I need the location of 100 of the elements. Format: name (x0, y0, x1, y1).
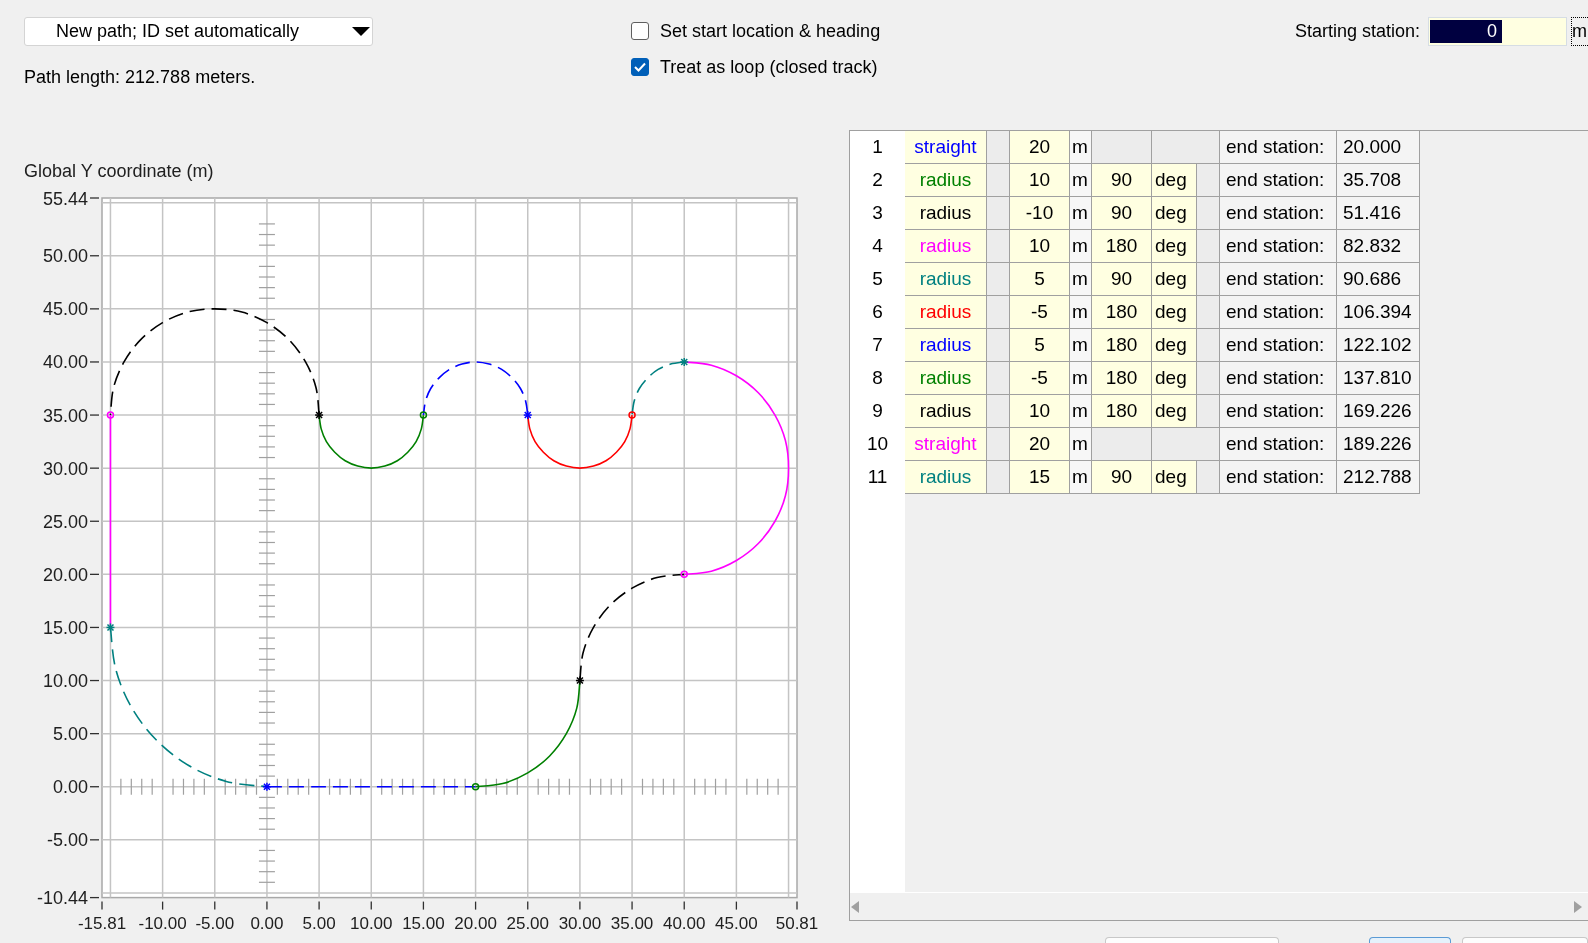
checkbox-label[interactable]: Set start location & heading (660, 17, 881, 45)
x-tick-label: -10.00 (138, 913, 187, 933)
angle-cell[interactable]: 90 (1092, 197, 1152, 230)
segment-type-cell[interactable]: radius (905, 362, 987, 395)
angle-cell[interactable]: 180 (1092, 395, 1152, 428)
length-unit: m (1070, 296, 1092, 329)
end-station-label: end station: (1220, 428, 1337, 461)
dialog-button[interactable] (1462, 937, 1588, 943)
length-cell[interactable]: 10 (1010, 230, 1070, 263)
y-tick-label: 50.00 (42, 246, 88, 267)
angle-unit: deg (1152, 395, 1197, 428)
length-cell[interactable]: 20 (1010, 131, 1070, 164)
x-tick-label: 35.00 (610, 913, 654, 933)
row-number: 1 (871, 135, 884, 160)
angle-cell[interactable]: 180 (1092, 296, 1152, 329)
angle-unit: deg (1152, 329, 1197, 362)
length-cell[interactable]: 10 (1010, 164, 1070, 197)
angle-cell[interactable]: 90 (1092, 461, 1152, 494)
length-unit: m (1070, 428, 1092, 461)
segment-type-cell[interactable]: radius (905, 197, 987, 230)
length-cell[interactable]: 15 (1010, 461, 1070, 494)
row-number: 4 (871, 234, 884, 259)
y-tick-label: 15.00 (42, 617, 88, 638)
y-tick-label: -10.44 (36, 888, 88, 909)
end-station-label: end station: (1220, 362, 1337, 395)
row-number: 3 (871, 201, 884, 226)
x-tick-label: 0.00 (250, 913, 284, 933)
length-cell[interactable]: -10 (1010, 197, 1070, 230)
path-dropdown[interactable]: New path; ID set automatically (24, 17, 373, 46)
x-tick-label: -5.00 (195, 913, 235, 933)
segment-type-cell[interactable]: radius (905, 263, 987, 296)
x-tick-label: 10.00 (350, 913, 393, 933)
checkbox[interactable] (631, 58, 649, 76)
x-tick-label: 45.00 (715, 913, 758, 933)
length-unit: m (1070, 395, 1092, 428)
x-tick-label: 40.00 (662, 913, 706, 933)
segment-type-cell[interactable]: radius (905, 296, 987, 329)
length-cell[interactable]: 10 (1010, 395, 1070, 428)
end-station-label: end station: (1220, 296, 1337, 329)
y-tick-label: 10.00 (42, 671, 88, 692)
angle-cell[interactable]: 90 (1092, 263, 1152, 296)
length-cell[interactable]: -5 (1010, 362, 1070, 395)
x-tick-label: 5.00 (302, 913, 336, 933)
angle-unit: deg (1152, 461, 1197, 494)
row-number: 11 (866, 465, 889, 490)
end-station-label: end station: (1220, 263, 1337, 296)
angle-cell[interactable]: 90 (1092, 164, 1152, 197)
path-length-text: Path length: 212.788 meters. (24, 66, 256, 88)
x-tick-label: 50.81 (775, 913, 819, 933)
angle-cell[interactable]: 180 (1092, 230, 1152, 263)
angle-cell[interactable]: 180 (1092, 362, 1152, 395)
length-cell[interactable]: 20 (1010, 428, 1070, 461)
end-station-value: 106.394 (1337, 296, 1420, 329)
segment-type-cell[interactable]: straight (905, 131, 987, 164)
y-tick-label: 5.00 (52, 724, 88, 745)
y-tick-label: 35.00 (42, 405, 88, 426)
checkbox[interactable] (631, 22, 649, 40)
dialog-button[interactable] (1369, 937, 1451, 943)
caret-down-icon (352, 27, 370, 36)
segment-type-cell[interactable]: radius (905, 461, 987, 494)
angle-unit: deg (1152, 296, 1197, 329)
row-number: 9 (871, 399, 884, 424)
starting-station-label: Starting station: (1294, 20, 1420, 43)
end-station-label: end station: (1220, 230, 1337, 263)
angle-cell[interactable]: 180 (1092, 329, 1152, 362)
scroll-left-icon[interactable] (851, 900, 859, 913)
segment-type-cell[interactable]: radius (905, 395, 987, 428)
end-station-value: 82.832 (1337, 230, 1420, 263)
row-number: 2 (871, 168, 884, 193)
row-number: 6 (871, 300, 884, 325)
end-station-label: end station: (1220, 461, 1337, 494)
starting-station-field[interactable]: 0 (1428, 17, 1567, 46)
end-station-value: 20.000 (1337, 131, 1420, 164)
unit-label: m (1571, 17, 1588, 46)
length-unit: m (1070, 131, 1092, 164)
end-station-value: 169.226 (1337, 395, 1420, 428)
y-tick-label: 30.00 (42, 458, 88, 479)
checkbox-label[interactable]: Treat as loop (closed track) (660, 53, 878, 81)
y-tick-label: 45.00 (42, 299, 88, 320)
length-cell[interactable]: -5 (1010, 296, 1070, 329)
length-unit: m (1070, 263, 1092, 296)
scroll-right-icon[interactable] (1574, 900, 1582, 913)
end-station-label: end station: (1220, 131, 1337, 164)
end-station-value: 51.416 (1337, 197, 1420, 230)
length-cell[interactable]: 5 (1010, 263, 1070, 296)
empty-cell (1197, 461, 1220, 494)
angle-unit: deg (1152, 263, 1197, 296)
length-unit: m (1070, 329, 1092, 362)
y-tick-label: -5.00 (46, 830, 88, 851)
length-cell[interactable]: 5 (1010, 329, 1070, 362)
x-tick-label: 15.00 (402, 913, 445, 933)
end-station-value: 90.686 (1337, 263, 1420, 296)
dialog-button[interactable] (1105, 937, 1279, 943)
row-number: 7 (871, 333, 884, 358)
angle-unit: deg (1152, 197, 1197, 230)
row-number: 10 (865, 432, 890, 457)
segment-type-cell[interactable]: radius (905, 164, 987, 197)
segment-type-cell[interactable]: radius (905, 329, 987, 362)
x-tick-label: -15.81 (77, 913, 127, 933)
angle-unit: deg (1152, 164, 1197, 197)
